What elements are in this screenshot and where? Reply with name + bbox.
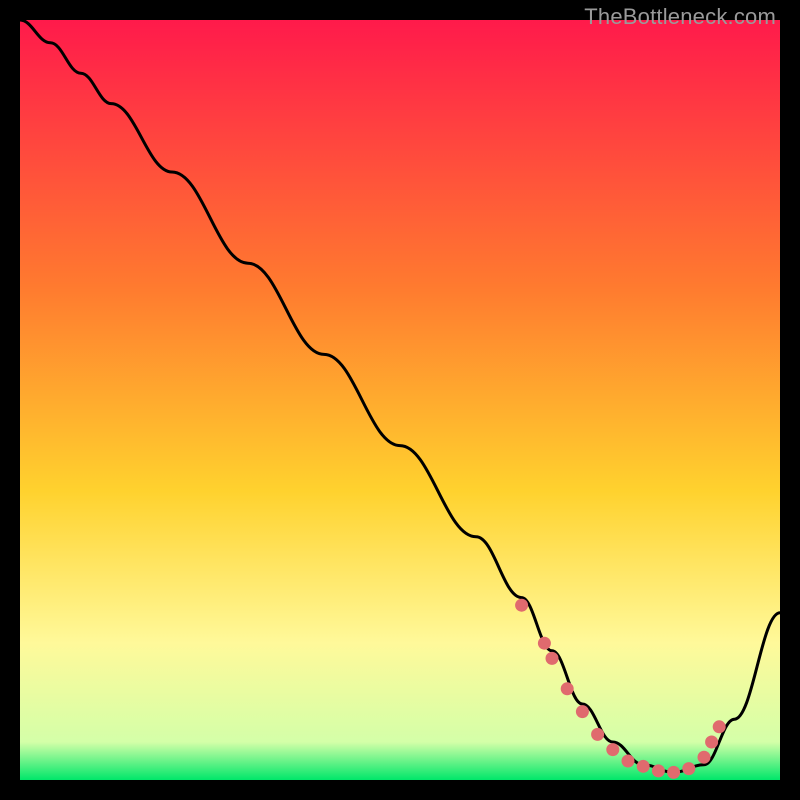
marker-dot bbox=[622, 755, 635, 768]
chart-frame bbox=[20, 20, 780, 780]
marker-dot bbox=[682, 762, 695, 775]
marker-dot bbox=[538, 637, 551, 650]
marker-dot bbox=[705, 736, 718, 749]
marker-dot bbox=[561, 682, 574, 695]
watermark-text: TheBottleneck.com bbox=[584, 4, 776, 30]
gradient-background bbox=[20, 20, 780, 780]
marker-dot bbox=[667, 766, 680, 779]
marker-dot bbox=[591, 728, 604, 741]
marker-dot bbox=[546, 652, 559, 665]
marker-dot bbox=[606, 743, 619, 756]
marker-dot bbox=[515, 599, 528, 612]
marker-dot bbox=[652, 764, 665, 777]
marker-dot bbox=[698, 751, 711, 764]
marker-dot bbox=[713, 720, 726, 733]
bottleneck-chart bbox=[20, 20, 780, 780]
marker-dot bbox=[576, 705, 589, 718]
marker-dot bbox=[637, 760, 650, 773]
